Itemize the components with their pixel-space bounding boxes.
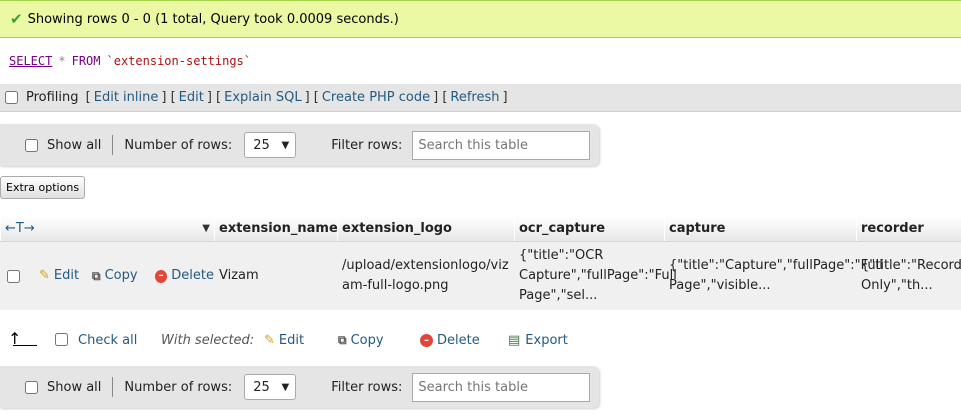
create-php-code-link[interactable]: Create PHP code <box>322 90 430 105</box>
filter-rows-label: Filter rows: <box>331 379 403 395</box>
filter-rows-input[interactable]: Search this table <box>412 130 591 160</box>
sql-star: * <box>58 54 66 68</box>
cell-extension-logo[interactable]: /upload/extensionlogo/vizam-full-logo.pn… <box>339 242 514 310</box>
sort-dropdown-icon[interactable]: ▼ <box>202 223 210 234</box>
copy-icon: ⧉ <box>338 332 347 347</box>
filter-rows-label: Filter rows: <box>331 137 403 153</box>
delete-icon: – <box>155 269 168 283</box>
profiling-checkbox[interactable] <box>5 91 18 104</box>
divider <box>112 135 114 155</box>
column-header-recorder[interactable]: recorder <box>856 216 961 241</box>
sql-select-keyword[interactable]: SELECT <box>9 54 52 68</box>
success-message: ✔ Showing rows 0 - 0 (1 total, Query too… <box>0 0 961 38</box>
cell-recorder[interactable]: {"title":"Recorder" Only","th... <box>858 242 961 310</box>
show-all-checkbox[interactable] <box>25 138 38 152</box>
edit-link[interactable]: Edit <box>179 90 204 105</box>
number-of-rows-label: Number of rows: <box>124 379 233 395</box>
show-all-label[interactable]: Show all <box>47 380 101 395</box>
pencil-icon: ✎ <box>39 268 50 283</box>
profiling-bar: Profiling [ Edit inline ] [ Edit ] [ Exp… <box>0 84 961 112</box>
copy-icon: ⧉ <box>92 269 101 283</box>
checkmark-icon: ✔ <box>10 10 23 28</box>
bottom-navigation-panel: Show all Number of rows: 25 ▼ Filter row… <box>0 366 599 408</box>
bulk-export-action[interactable]: ▤ Export <box>508 333 568 348</box>
check-all-checkbox[interactable] <box>55 333 68 346</box>
column-header-extension-logo[interactable]: extension_logo <box>337 216 514 241</box>
chevron-down-icon: ▼ <box>281 381 290 393</box>
results-table-header: ←T→ ▼ extension_name extension_logo ocr_… <box>0 216 961 242</box>
edit-inline-link[interactable]: Edit inline <box>94 90 159 105</box>
sql-from-keyword: FROM <box>71 54 101 68</box>
cell-capture[interactable]: {"title":"Capture","fullPage":"Full Page… <box>666 242 883 310</box>
bulk-edit-action[interactable]: ✎ Edit <box>264 333 304 348</box>
rows-per-page-select[interactable]: 25 ▼ <box>244 374 297 400</box>
row-checkbox[interactable] <box>7 269 20 283</box>
sql-query-box: SELECT * FROM `extension-settings` <box>0 38 961 84</box>
column-header-extension-name[interactable]: extension_name <box>214 216 338 241</box>
extra-options-button[interactable]: Extra options <box>0 176 86 199</box>
cell-ocr-capture[interactable]: {"title":"OCR Capture","fullPage":"Full … <box>516 242 677 310</box>
chevron-down-icon: ▼ <box>281 139 290 151</box>
profiling-label: Profiling <box>26 90 79 105</box>
refresh-link[interactable]: Refresh <box>450 90 499 105</box>
row-edit-action[interactable]: ✎ Edit <box>36 242 84 310</box>
table-row: ✎ Edit ⧉ Copy – Delete Vizam /upload/ext… <box>0 242 961 310</box>
show-all-checkbox[interactable] <box>25 380 38 394</box>
delete-icon: – <box>420 333 433 347</box>
pencil-icon: ✎ <box>264 332 275 348</box>
filter-rows-input[interactable]: Search this table <box>412 372 591 402</box>
row-copy-action[interactable]: ⧉ Copy <box>89 242 149 310</box>
check-all-label[interactable]: Check all <box>78 333 137 348</box>
number-of-rows-label: Number of rows: <box>124 137 233 153</box>
show-all-label[interactable]: Show all <box>47 138 101 153</box>
column-header-ocr-capture[interactable]: ocr_capture <box>514 216 664 241</box>
left-right-arrows-icon: ←T→ <box>5 221 35 236</box>
bulk-delete-action[interactable]: – Delete <box>420 333 480 348</box>
divider <box>112 377 114 397</box>
sql-table-name: `extension-settings` <box>106 54 252 68</box>
bulk-copy-action[interactable]: ⧉ Copy <box>338 333 384 348</box>
with-selected-label: With selected: <box>161 332 255 348</box>
with-selected-bar: ↑ Check all With selected: ✎ Edit ⧉ Copy… <box>0 326 961 354</box>
row-delete-action[interactable]: – Delete <box>152 242 214 310</box>
cell-extension-name[interactable]: Vizam <box>216 242 337 310</box>
column-resize-arrows[interactable]: ←T→ ▼ <box>0 216 214 241</box>
success-text: Showing rows 0 - 0 (1 total, Query took … <box>27 11 399 27</box>
top-navigation-panel: Show all Number of rows: 25 ▼ Filter row… <box>0 124 599 166</box>
rows-per-page-select[interactable]: 25 ▼ <box>244 132 297 158</box>
export-icon: ▤ <box>508 332 521 348</box>
column-header-capture[interactable]: capture <box>664 216 856 241</box>
explain-sql-link[interactable]: Explain SQL <box>224 90 301 105</box>
